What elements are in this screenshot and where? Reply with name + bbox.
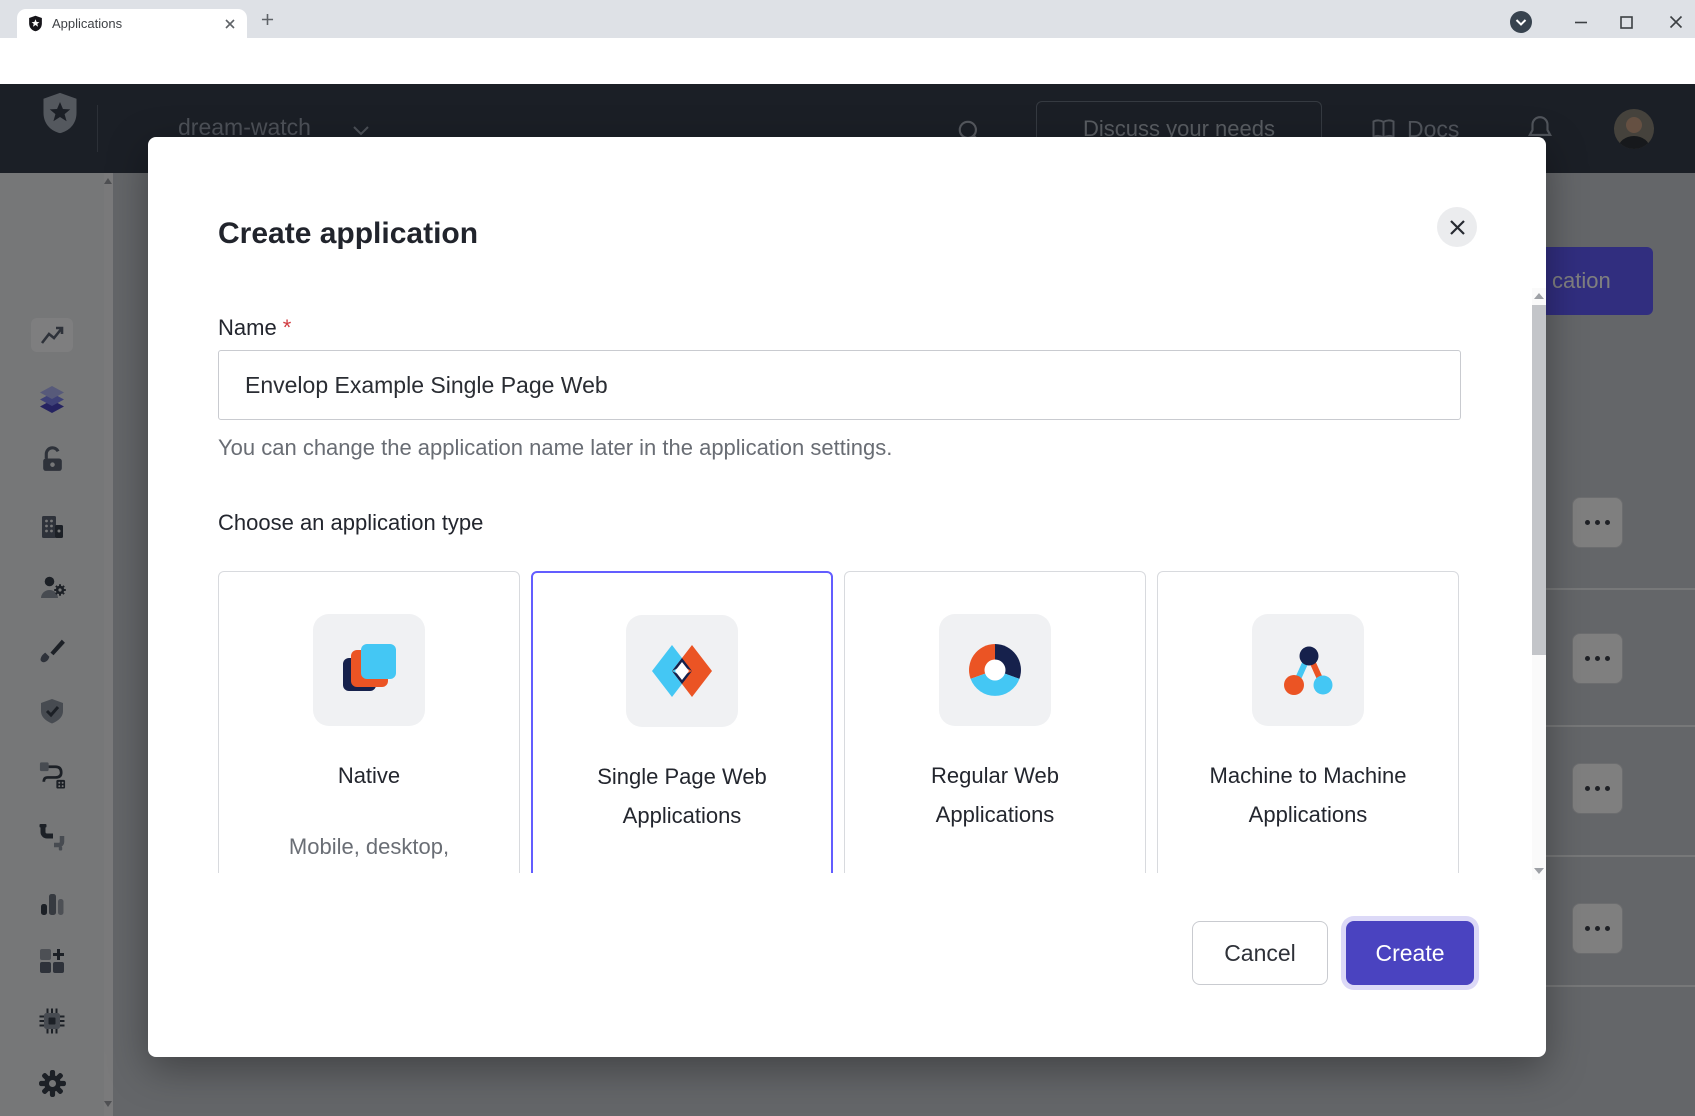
browser-profile-chevron-icon[interactable] [1506,8,1536,36]
application-type-cards: Native Mobile, desktop,CLI and smart Sin… [218,570,1461,873]
card-desc: Mobile, desktop,CLI and smart [264,827,474,873]
card-single-page-web[interactable]: Single Page Web Applications A JavaScrip… [531,571,833,873]
screen: Applications [0,0,1695,1116]
auth0-favicon-icon [27,15,44,32]
card-title: Single Page Web Applications [577,757,787,835]
cancel-button[interactable]: Cancel [1192,921,1328,985]
tab-close-icon[interactable] [223,17,237,31]
card-title: Native [264,756,474,795]
browser-tab[interactable]: Applications [17,9,247,38]
window-maximize-icon[interactable] [1611,8,1641,36]
name-label: Name* [218,315,291,341]
application-name-input[interactable] [218,350,1461,420]
required-asterisk: * [283,315,292,340]
browser-titlebar: Applications [0,0,1695,38]
machine-to-machine-icon [1252,614,1364,726]
regular-web-icon [939,614,1051,726]
modal-scrollbar[interactable] [1532,288,1546,880]
window-close-icon[interactable] [1661,8,1691,36]
new-tab-button[interactable] [258,10,277,29]
create-button[interactable]: Create [1346,921,1474,985]
tab-title: Applications [52,16,223,31]
close-icon [1448,218,1467,237]
card-native[interactable]: Native Mobile, desktop,CLI and smart [218,571,520,873]
card-machine-to-machine[interactable]: Machine to Machine Applications [1157,571,1459,873]
card-desc: Traditional web [890,866,1100,873]
spa-icon [626,615,738,727]
name-helper-text: You can change the application name late… [218,435,892,461]
card-title: Regular Web Applications [890,756,1100,834]
browser-toolbar: manage.auth0.com/dashboard/eu/dream-watc… [0,38,1695,84]
choose-type-label: Choose an application type [218,510,483,536]
create-application-modal: Create application Name* You can change … [148,137,1546,1057]
modal-scrollbar-thumb[interactable] [1532,305,1546,655]
modal-title: Create application [218,217,478,251]
card-regular-web[interactable]: Regular Web Applications Traditional web [844,571,1146,873]
card-desc: A JavaScript [577,867,787,873]
native-icon [313,614,425,726]
window-minimize-icon[interactable] [1566,8,1596,36]
modal-close-button[interactable] [1437,207,1477,247]
card-title: Machine to Machine Applications [1203,756,1413,834]
